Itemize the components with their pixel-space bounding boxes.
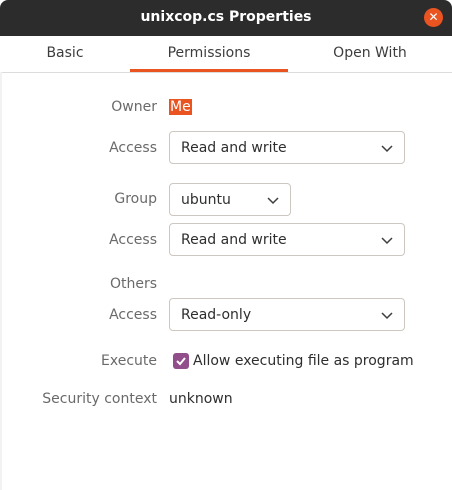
title-bar[interactable]: unixcop.cs Properties ✕ xyxy=(0,0,452,36)
execute-checkbox[interactable] xyxy=(173,353,189,369)
tab-basic[interactable]: Basic xyxy=(0,36,130,72)
chevron-down-icon xyxy=(381,145,393,153)
others-access-dropdown[interactable]: Read-only xyxy=(169,298,405,331)
tab-permissions[interactable]: Permissions xyxy=(130,36,288,72)
properties-window: unixcop.cs Properties ✕ Basic Permission… xyxy=(0,0,452,490)
group-access-label: Access xyxy=(109,232,157,248)
execute-checkbox-label[interactable]: Allow executing file as program xyxy=(193,353,414,369)
owner-access-dropdown[interactable]: Read and write xyxy=(169,131,405,164)
owner-access-value: Read and write xyxy=(181,140,287,156)
security-context-value: unknown xyxy=(169,391,233,407)
close-icon: ✕ xyxy=(428,10,439,24)
group-label: Group xyxy=(114,191,157,207)
execute-label: Execute xyxy=(101,353,157,369)
tab-bar: Basic Permissions Open With xyxy=(0,36,452,73)
owner-label: Owner xyxy=(111,99,157,115)
chevron-down-icon xyxy=(267,197,279,205)
tab-open-with[interactable]: Open With xyxy=(288,36,452,72)
others-label: Others xyxy=(109,276,157,292)
group-access-value: Read and write xyxy=(181,232,287,248)
active-tab-indicator xyxy=(130,69,288,72)
window-title: unixcop.cs Properties xyxy=(140,9,312,25)
group-dropdown[interactable]: ubuntu xyxy=(169,183,291,216)
group-access-dropdown[interactable]: Read and write xyxy=(169,223,405,256)
checkmark-icon xyxy=(176,357,186,366)
chevron-down-icon xyxy=(381,312,393,320)
security-context-label: Security context xyxy=(42,391,157,407)
close-button[interactable]: ✕ xyxy=(424,8,443,27)
window-edge xyxy=(0,72,2,490)
group-value: ubuntu xyxy=(181,192,231,208)
others-access-value: Read-only xyxy=(181,307,252,323)
owner-value: Me xyxy=(169,99,192,115)
owner-access-label: Access xyxy=(109,140,157,156)
others-access-label: Access xyxy=(109,307,157,323)
chevron-down-icon xyxy=(381,237,393,245)
